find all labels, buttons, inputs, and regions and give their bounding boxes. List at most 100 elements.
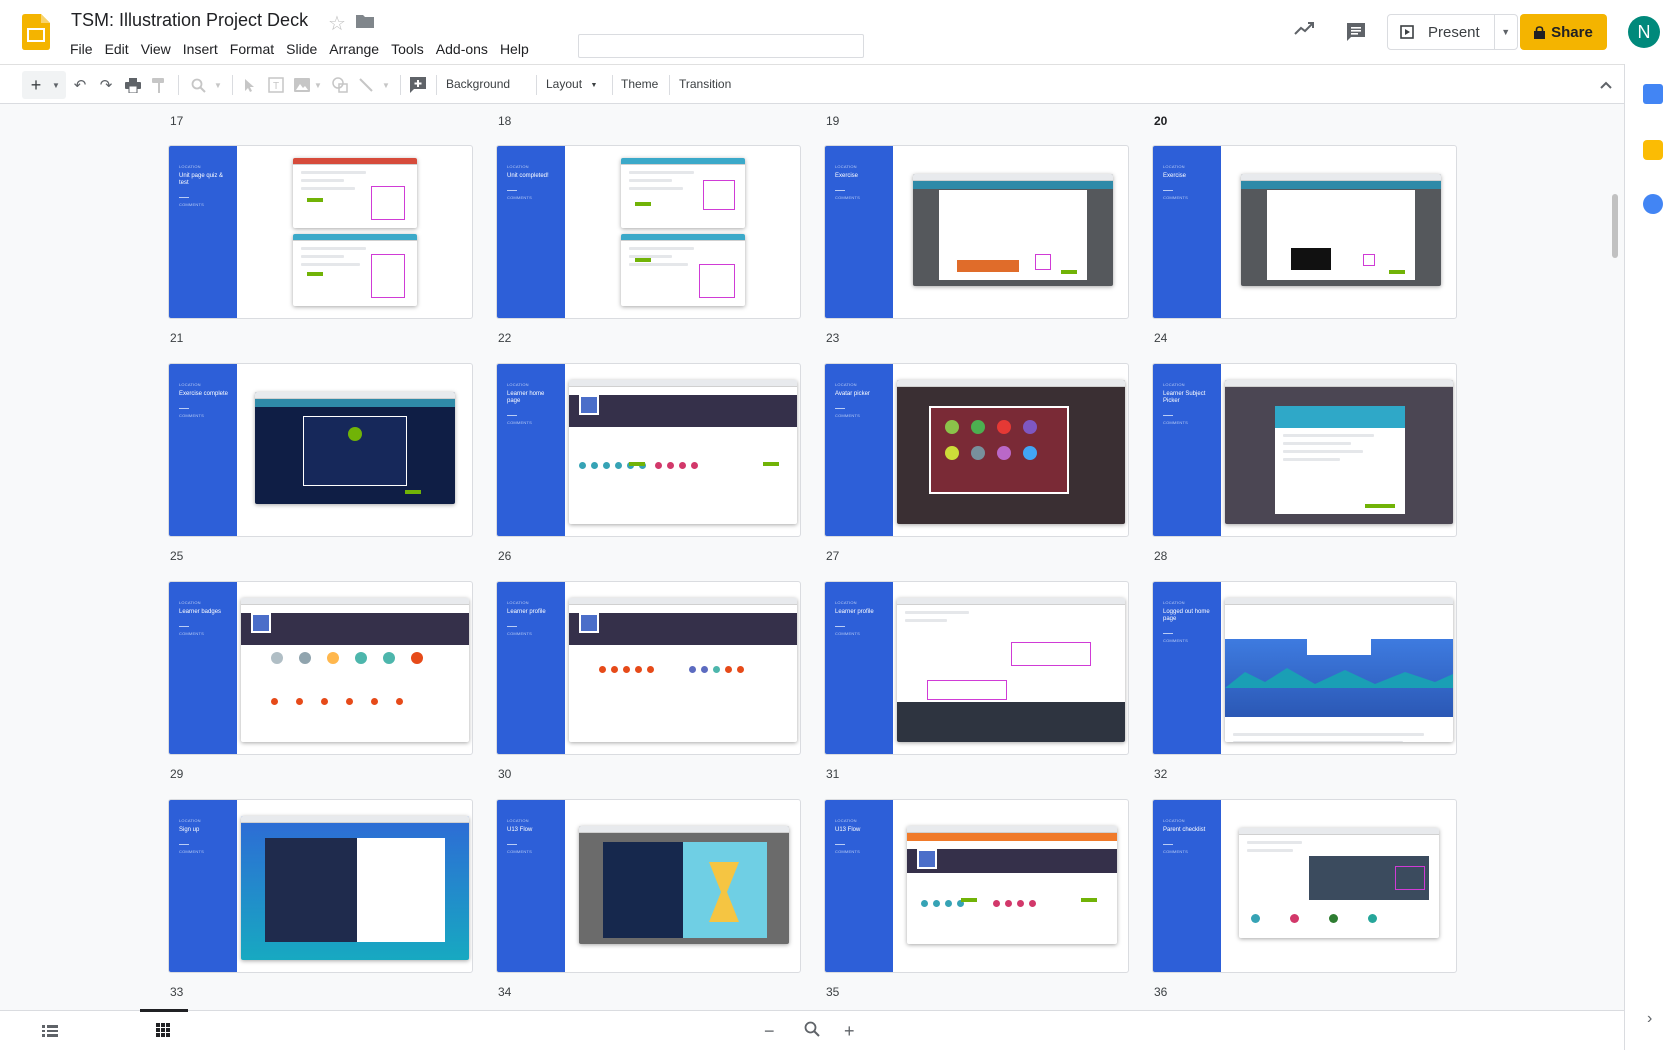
collapse-toolbar-icon[interactable] <box>1596 75 1616 95</box>
undo-icon[interactable]: ↶ <box>70 75 90 95</box>
toolbar-divider <box>536 75 537 95</box>
slide-screenshot <box>907 826 1117 944</box>
slide-thumbnail[interactable]: LOCATION Exercise complete COMMENTS <box>168 363 473 537</box>
shape-icon[interactable] <box>330 75 350 95</box>
comment-icon[interactable] <box>1346 22 1366 42</box>
slide-screenshot <box>1239 828 1439 938</box>
slide-sidebar: LOCATION Unit page quiz & test COMMENTS <box>169 146 237 318</box>
slide-thumbnail[interactable]: LOCATION Unit completed! COMMENTS <box>496 145 801 319</box>
mountains-illustration <box>1225 668 1453 688</box>
slide-title: Learner Subject Picker <box>1163 391 1206 404</box>
slide-thumbnail[interactable]: LOCATION Learner home page COMMENTS <box>496 363 801 537</box>
slide-thumbnail[interactable]: LOCATION Sign up COMMENTS <box>168 799 473 973</box>
svg-text:T: T <box>273 81 279 92</box>
slide-title: Learner home page <box>507 391 545 404</box>
menu-help[interactable]: Help <box>494 39 535 59</box>
keep-icon[interactable] <box>1643 140 1663 160</box>
toolbar-divider <box>669 75 670 95</box>
menu-view[interactable]: View <box>135 39 177 59</box>
share-label: Share <box>1551 23 1593 41</box>
grid-view-icon[interactable] <box>156 1021 170 1042</box>
print-icon[interactable] <box>123 75 143 95</box>
slide-sidebar: LOCATION Exercise COMMENTS <box>1153 146 1221 318</box>
menu-bar: File Edit View Insert Format Slide Arran… <box>64 39 535 59</box>
star-icon[interactable]: ☆ <box>328 11 346 36</box>
slide-thumbnail[interactable]: LOCATION Learner profile COMMENTS <box>496 581 801 755</box>
slide-screenshot <box>293 158 417 228</box>
slide-screenshot <box>569 380 797 524</box>
slide-screenshot <box>621 158 745 228</box>
menu-edit[interactable]: Edit <box>99 39 135 59</box>
zoom-icon[interactable] <box>804 1021 820 1042</box>
plus-icon[interactable]: + <box>26 75 46 95</box>
slide-number: 19 <box>826 114 840 128</box>
slide-thumbnail[interactable]: LOCATION Learner Subject Picker COMMENTS <box>1152 363 1457 537</box>
folder-icon[interactable] <box>356 14 374 28</box>
chevron-down-icon[interactable]: ▼ <box>208 75 228 95</box>
background-button[interactable]: Background <box>446 77 510 91</box>
slide-thumbnail[interactable]: LOCATION Avatar picker COMMENTS <box>824 363 1129 537</box>
zoom-icon[interactable] <box>188 75 208 95</box>
menu-arrange[interactable]: Arrange <box>323 39 385 59</box>
add-comment-icon[interactable] <box>408 75 428 95</box>
slide-screenshot <box>241 816 469 960</box>
slides-logo-icon[interactable] <box>22 14 50 50</box>
menu-format[interactable]: Format <box>224 39 280 59</box>
slide-number: 22 <box>498 331 512 345</box>
chevron-down-icon[interactable]: ▼ <box>584 75 604 95</box>
toolbar: + ▼ ↶ ↷ ▼ T ▼ ▼ Background Layout ▼ Them… <box>0 64 1624 104</box>
slide-thumbnail[interactable]: LOCATION Exercise COMMENTS <box>824 145 1129 319</box>
activity-dashboard-icon[interactable] <box>1294 20 1316 36</box>
account-avatar[interactable]: N <box>1628 16 1660 48</box>
slide-title: Exercise complete <box>179 391 229 397</box>
menu-tools[interactable]: Tools <box>385 39 430 59</box>
present-button[interactable]: Present <box>1388 15 1495 49</box>
slide-thumbnail[interactable]: LOCATION Unit page quiz & test COMMENTS <box>168 145 473 319</box>
share-button[interactable]: Share <box>1520 14 1607 50</box>
chevron-down-icon[interactable]: ▼ <box>376 75 396 95</box>
slide-screenshot <box>293 234 417 306</box>
menu-file[interactable]: File <box>64 39 99 59</box>
document-title[interactable]: TSM: Illustration Project Deck <box>71 10 308 31</box>
chevron-down-icon[interactable]: ▼ <box>46 75 66 95</box>
filmstrip-view-icon[interactable] <box>42 1021 58 1042</box>
chevron-right-icon[interactable]: › <box>1647 1010 1652 1028</box>
tasks-icon[interactable] <box>1643 194 1663 214</box>
chevron-down-icon[interactable]: ▼ <box>308 75 328 95</box>
theme-button[interactable]: Theme <box>621 77 658 91</box>
slide-title: U13 Flow <box>835 827 861 833</box>
slide-thumbnail[interactable]: LOCATION Exercise COMMENTS <box>1152 145 1457 319</box>
select-cursor-icon[interactable] <box>240 75 260 95</box>
slide-thumbnail[interactable]: LOCATION Logged out home page COMMENTS <box>1152 581 1457 755</box>
line-icon[interactable] <box>356 75 376 95</box>
paint-format-icon[interactable] <box>149 75 169 95</box>
vertical-scrollbar[interactable] <box>1612 194 1618 258</box>
bottom-bar: − + <box>0 1009 1624 1050</box>
slide-thumbnail[interactable]: LOCATION U13 Flow COMMENTS <box>496 799 801 973</box>
search-menus-input[interactable] <box>578 34 864 58</box>
slide-screenshot <box>897 380 1125 524</box>
slide-sidebar: LOCATION Exercise complete COMMENTS <box>169 364 237 536</box>
zoom-out-icon[interactable]: − <box>764 1021 775 1042</box>
slide-thumbnail[interactable]: LOCATION Parent checklist COMMENTS <box>1152 799 1457 973</box>
slide-sidebar: LOCATION Logged out home page COMMENTS <box>1153 582 1221 754</box>
chevron-down-icon[interactable]: ▼ <box>1495 15 1517 49</box>
slide-thumbnail[interactable]: LOCATION Learner badges COMMENTS <box>168 581 473 755</box>
calendar-icon[interactable] <box>1643 84 1663 104</box>
slide-number: 23 <box>826 331 840 345</box>
menu-insert[interactable]: Insert <box>177 39 224 59</box>
toolbar-divider <box>612 75 613 95</box>
transition-button[interactable]: Transition <box>679 77 731 91</box>
slide-screenshot <box>1225 380 1453 524</box>
menu-addons[interactable]: Add-ons <box>430 39 494 59</box>
slide-thumbnail[interactable]: LOCATION U13 Flow COMMENTS <box>824 799 1129 973</box>
slide-number: 33 <box>170 985 184 999</box>
slide-thumbnail[interactable]: LOCATION Learner profile COMMENTS <box>824 581 1129 755</box>
text-box-icon[interactable]: T <box>266 75 286 95</box>
zoom-in-icon[interactable]: + <box>844 1021 855 1042</box>
slide-title: Logged out home page <box>1163 609 1210 622</box>
layout-button[interactable]: Layout <box>546 77 582 91</box>
menu-slide[interactable]: Slide <box>280 39 323 59</box>
redo-icon[interactable]: ↷ <box>96 75 116 95</box>
slide-screenshot <box>913 174 1113 286</box>
